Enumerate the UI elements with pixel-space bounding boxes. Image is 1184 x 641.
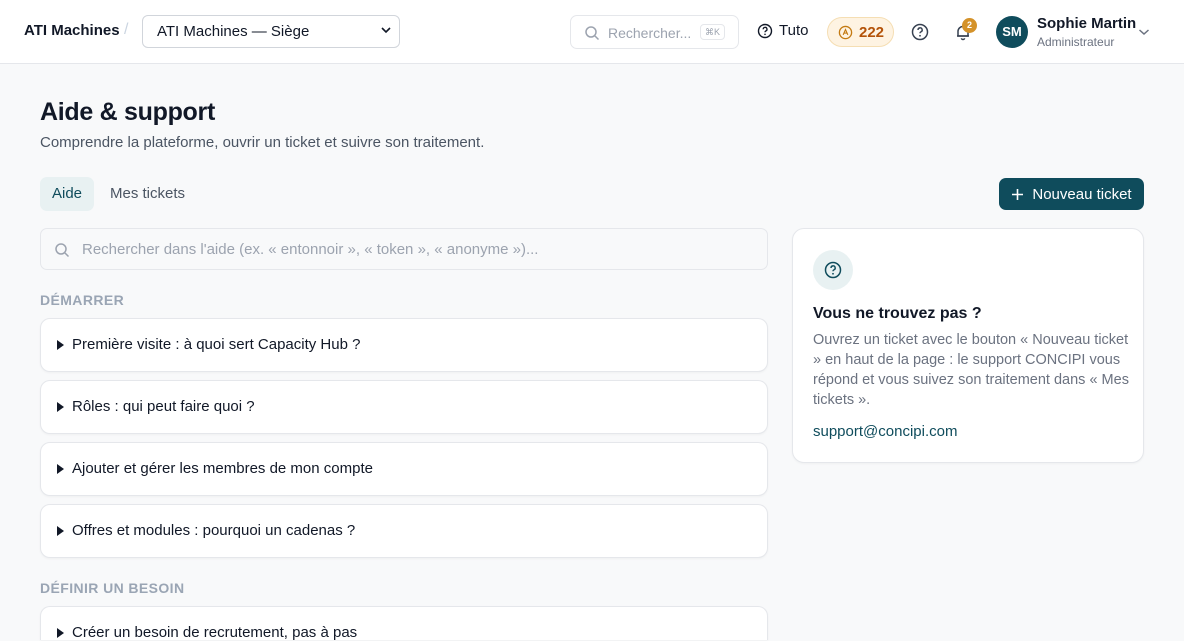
faq-item[interactable]: Première visite : à quoi sert Capacity H… [40,318,768,372]
help-icon[interactable] [911,23,929,41]
chevron-down-icon[interactable] [1138,27,1150,37]
help-circle-icon [824,261,842,279]
new-ticket-button[interactable]: Nouveau ticket [999,178,1144,210]
support-card: Vous ne trouvez pas ? Ouvrez un ticket a… [792,228,1144,463]
disclosure-triangle-icon [57,628,64,638]
help-search-input[interactable]: Rechercher dans l'aide (ex. « entonnoir … [40,228,768,270]
help-search-placeholder: Rechercher dans l'aide (ex. « entonnoir … [82,241,539,258]
disclosure-triangle-icon [57,340,64,350]
help-circle-icon [757,23,773,38]
help-icon-badge [813,250,853,290]
disclosure-triangle-icon [57,464,64,474]
top-bar: ATI Machines / ATI Machines — Siège Rech… [0,0,1184,64]
faq-item[interactable]: Ajouter et gérer les membres de mon comp… [40,442,768,496]
faq-item[interactable]: Rôles : qui peut faire quoi ? [40,380,768,434]
page-title: Aide & support [40,98,215,126]
faq-question: Première visite : à quoi sert Capacity H… [72,336,361,353]
support-email-link[interactable]: support@concipi.com [813,423,957,440]
coin-balance-badge[interactable]: 222 [827,17,894,47]
faq-question: Offres et modules : pourquoi un cadenas … [72,522,356,539]
chevron-down-icon [381,27,391,34]
notification-count-badge: 2 [962,18,977,33]
user-role: Administrateur [1037,35,1115,49]
faq-question: Ajouter et gérer les membres de mon comp… [72,460,373,477]
faq-question: Rôles : qui peut faire quoi ? [72,398,255,415]
tab-aide[interactable]: Aide [40,177,95,211]
breadcrumb-separator: / [124,21,129,38]
faq-item[interactable]: Créer un besoin de recrutement, pas à pa… [40,606,768,641]
user-name[interactable]: Sophie Martin [1037,15,1136,32]
tuto-label: Tuto [779,22,809,39]
support-card-text: Ouvrez un ticket avec le bouton « Nouvea… [813,332,1129,408]
coin-balance-value: 222 [859,23,885,41]
page-subtitle: Comprendre la plateforme, ouvrir un tick… [40,134,485,151]
plus-icon [1012,188,1024,200]
brand-name[interactable]: ATI Machines [24,22,120,39]
support-card-title: Vous ne trouvez pas ? [813,305,982,322]
coin-icon [838,25,853,39]
search-icon [585,26,600,41]
avatar[interactable]: SM [996,16,1028,48]
search-icon [55,243,70,258]
search-shortcut-badge: ⌘K [700,24,726,40]
faq-item[interactable]: Offres et modules : pourquoi un cadenas … [40,504,768,558]
new-ticket-label: Nouveau ticket [1032,185,1132,203]
organization-select-value: ATI Machines — Siège [157,23,310,40]
section-label-demarrer: DÉMARRER [40,292,125,308]
tuto-button[interactable]: Tuto [757,22,808,39]
disclosure-triangle-icon [57,402,64,412]
faq-question: Créer un besoin de recrutement, pas à pa… [72,624,358,641]
global-search-placeholder: Rechercher... [608,25,692,41]
global-search-input[interactable]: Rechercher... ⌘K [570,15,739,49]
organization-select[interactable]: ATI Machines — Siège [142,15,400,48]
disclosure-triangle-icon [57,526,64,536]
section-label-definir-un-besoin: DÉFINIR UN BESOIN [40,580,185,596]
tab-mes-tickets[interactable]: Mes tickets [98,177,197,211]
